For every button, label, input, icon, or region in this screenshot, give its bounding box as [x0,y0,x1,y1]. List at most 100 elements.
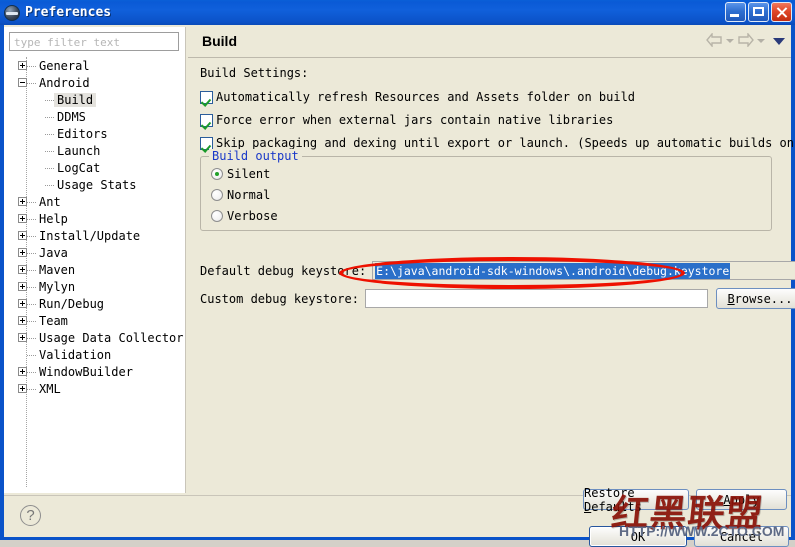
radio-icon[interactable] [211,210,223,222]
window-title: Preferences [25,5,112,20]
sidebar-item-usage-stats[interactable]: Usage Stats [4,176,185,193]
sidebar-item-android[interactable]: Android [4,74,185,91]
expand-plus-icon[interactable] [18,231,27,240]
expand-plus-icon[interactable] [18,248,27,257]
radio-icon[interactable] [211,168,223,180]
sidebar-item-label: Usage Stats [57,177,137,192]
sidebar-item-usage-data-collector[interactable]: Usage Data Collector [4,329,185,346]
sidebar-item-logcat[interactable]: LogCat [4,159,185,176]
forward-history-chevron-down-icon[interactable] [757,39,765,43]
sidebar-item-ddms[interactable]: DDMS [4,108,185,125]
radio-silent[interactable]: Silent [211,167,270,181]
tree-connector [27,337,36,339]
checkbox-skip-packaging[interactable]: Skip packaging and dexing until export o… [200,136,795,150]
maximize-icon[interactable] [748,2,769,22]
sidebar-item-help[interactable]: Help [4,210,185,227]
close-icon[interactable] [771,2,792,22]
checkbox-force-error[interactable]: Force error when external jars contain n… [200,113,613,127]
sidebar-item-validation[interactable]: Validation [4,346,185,363]
sidebar-item-run-debug[interactable]: Run/Debug [4,295,185,312]
tree-connector [45,116,54,118]
view-menu-chevron-icon[interactable] [773,37,785,45]
default-keystore-value: E:\java\android-sdk-windows\.android\deb… [375,262,731,279]
sidebar-item-mylyn[interactable]: Mylyn [4,278,185,295]
build-output-legend: Build output [209,149,302,163]
sidebar-item-label: Java [39,245,68,260]
sidebar-item-editors[interactable]: Editors [4,125,185,142]
checkbox-icon[interactable] [200,113,213,127]
sidebar-item-label: Ant [39,194,61,209]
custom-keystore-input[interactable] [364,289,708,308]
custom-keystore-label: Custom debug keystore: [200,291,359,306]
sidebar-item-java[interactable]: Java [4,244,185,261]
browse-button[interactable]: Browse... [715,288,795,309]
sidebar-item-xml[interactable]: XML [4,380,185,397]
tree-connector [27,201,36,203]
apply-label-rest: pply [730,492,760,507]
apply-button[interactable]: Apply [696,489,787,510]
restore-label-rest: efaults [591,499,642,514]
sidebar-item-install-update[interactable]: Install/Update [4,227,185,244]
radio-icon[interactable] [211,189,223,201]
expand-plus-icon[interactable] [18,282,27,291]
default-keystore-label: Default debug keystore: [200,263,367,278]
expand-plus-icon[interactable] [18,333,27,342]
checkbox-icon[interactable] [200,136,213,150]
window-controls [725,2,792,22]
expand-plus-icon[interactable] [18,214,27,223]
default-keystore-field: E:\java\android-sdk-windows\.android\deb… [372,261,795,280]
sidebar-item-label: Maven [39,262,76,277]
sidebar-item-label: Validation [39,347,112,362]
sidebar-item-maven[interactable]: Maven [4,261,185,278]
eclipse-globe-icon [4,4,20,21]
sidebar-item-build[interactable]: Build [4,91,185,108]
expand-plus-icon[interactable] [18,61,27,70]
checkbox-label: Skip packaging and dexing until export o… [216,136,795,150]
build-output-group: Build output Silent Normal Verbose [200,149,772,231]
radio-normal[interactable]: Normal [211,188,270,202]
expand-plus-icon[interactable] [18,316,27,325]
expand-plus-icon[interactable] [18,197,27,206]
settings-header: Build [188,27,791,58]
radio-verbose[interactable]: Verbose [211,209,278,223]
checkbox-auto-refresh[interactable]: Automatically refresh Resources and Asse… [200,90,635,104]
sidebar-item-launch[interactable]: Launch [4,142,185,159]
search-input[interactable] [9,32,179,51]
collapse-minus-icon[interactable] [18,78,27,87]
sidebar-item-team[interactable]: Team [4,312,185,329]
tree-connector [27,388,36,390]
sidebar-item-ant[interactable]: Ant [4,193,185,210]
sidebar-item-label: DDMS [57,109,86,124]
back-history-chevron-down-icon[interactable] [726,39,734,43]
checkbox-icon[interactable] [200,90,213,104]
browse-label-rest: rowse... [734,291,793,306]
minimize-icon[interactable] [725,2,746,22]
tree-connector [27,218,36,220]
tree-connector [27,371,36,373]
forward-arrow-icon[interactable] [737,32,754,48]
sidebar-item-label: LogCat [57,160,101,175]
sidebar-item-windowbuilder[interactable]: WindowBuilder [4,363,185,380]
tree-connector [45,150,54,152]
expand-plus-icon[interactable] [18,367,27,376]
navigation-toolbar [706,32,785,48]
sidebar-item-label: Team [39,313,68,328]
tree-connector [27,65,36,67]
dialog-body: General Android Build DDMS Editors Launch LogC… [0,25,795,547]
expand-plus-icon[interactable] [18,265,27,274]
tree-connector [27,82,36,84]
cancel-button[interactable]: Cancel [694,526,789,547]
expand-plus-icon[interactable] [18,384,27,393]
tree-connector [45,184,54,186]
tree-connector [27,320,36,322]
expand-plus-icon[interactable] [18,299,27,308]
ok-button[interactable]: OK [589,526,687,547]
help-question-icon[interactable]: ? [20,505,41,526]
back-arrow-icon[interactable] [706,32,723,48]
sidebar-item-general[interactable]: General [4,57,185,74]
restore-defaults-button[interactable]: Restore Defaults [583,486,689,514]
tree-connector [45,167,54,169]
